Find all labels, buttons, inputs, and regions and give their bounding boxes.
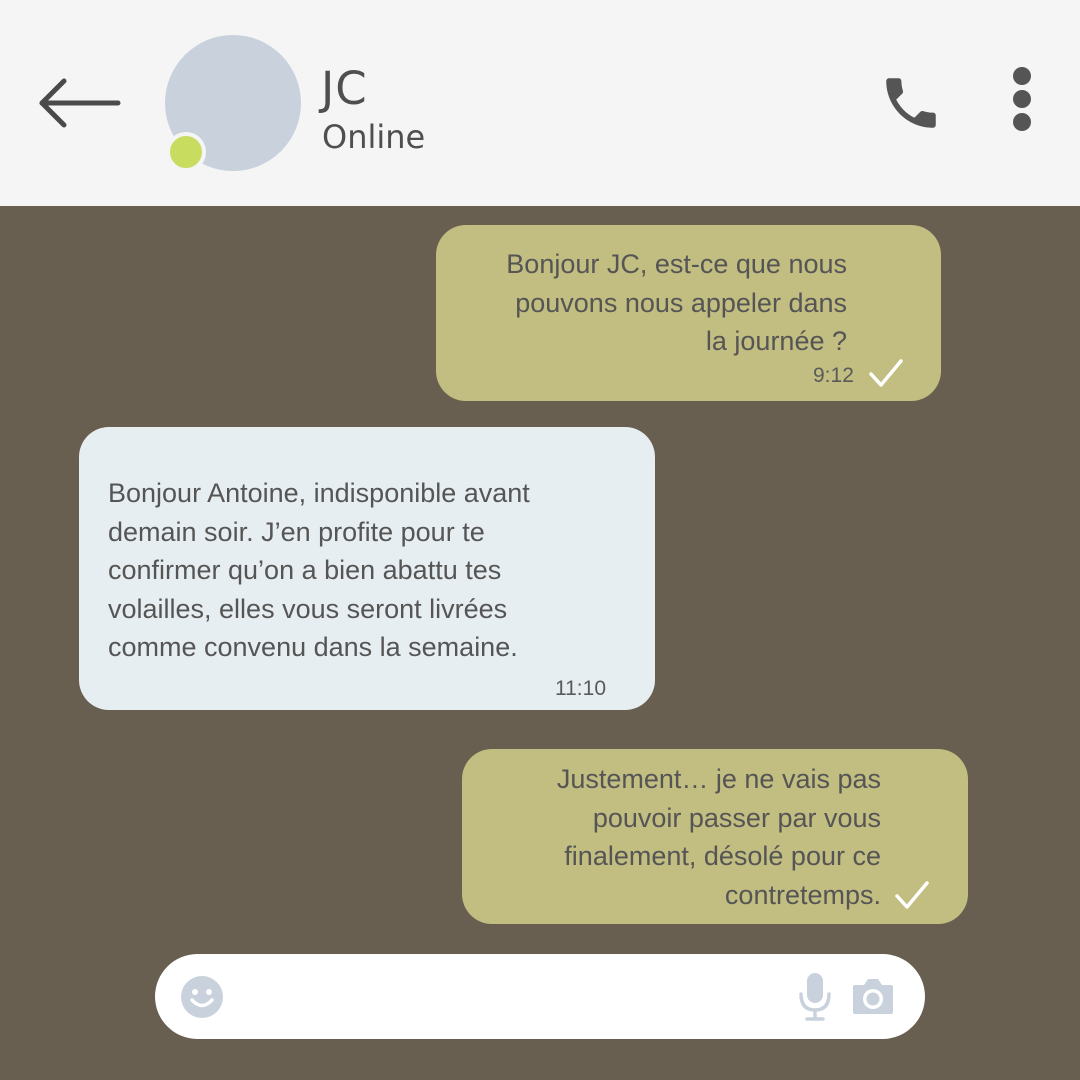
message-composer <box>155 954 925 1039</box>
message-text: Justement… je ne vais pas pouvoir passer… <box>556 764 881 910</box>
contact-name[interactable]: JC <box>321 62 368 116</box>
arrow-left-icon <box>39 78 121 128</box>
call-button[interactable] <box>878 70 944 136</box>
message-bubble-incoming[interactable]: Bonjour Antoine, indisponible avant dema… <box>79 427 655 710</box>
chat-header: JC Online <box>0 0 1080 206</box>
back-button[interactable] <box>34 74 126 132</box>
read-check-icon <box>869 359 903 387</box>
camera-icon <box>853 979 893 1014</box>
microphone-button[interactable] <box>797 972 833 1022</box>
read-check-icon <box>895 881 929 909</box>
message-time: 9:12 <box>813 364 854 387</box>
message-time: 11:10 <box>555 677 606 700</box>
microphone-icon <box>799 973 831 1021</box>
message-bubble-outgoing[interactable]: Justement… je ne vais pas pouvoir passer… <box>462 749 968 924</box>
emoji-icon <box>181 976 223 1018</box>
message-text: Bonjour JC, est-ce que nous pouvons nous… <box>506 249 847 356</box>
emoji-button[interactable] <box>180 975 224 1019</box>
camera-button[interactable] <box>851 976 895 1016</box>
more-vertical-icon <box>1013 67 1031 131</box>
message-input[interactable] <box>245 972 769 1022</box>
phone-icon <box>886 78 936 128</box>
message-text: Bonjour Antoine, indisponible avant dema… <box>108 478 530 662</box>
message-bubble-outgoing[interactable]: Bonjour JC, est-ce que nous pouvons nous… <box>436 225 941 401</box>
contact-status: Online <box>322 118 426 156</box>
online-status-dot <box>166 132 206 172</box>
more-options-button[interactable] <box>1004 66 1040 136</box>
